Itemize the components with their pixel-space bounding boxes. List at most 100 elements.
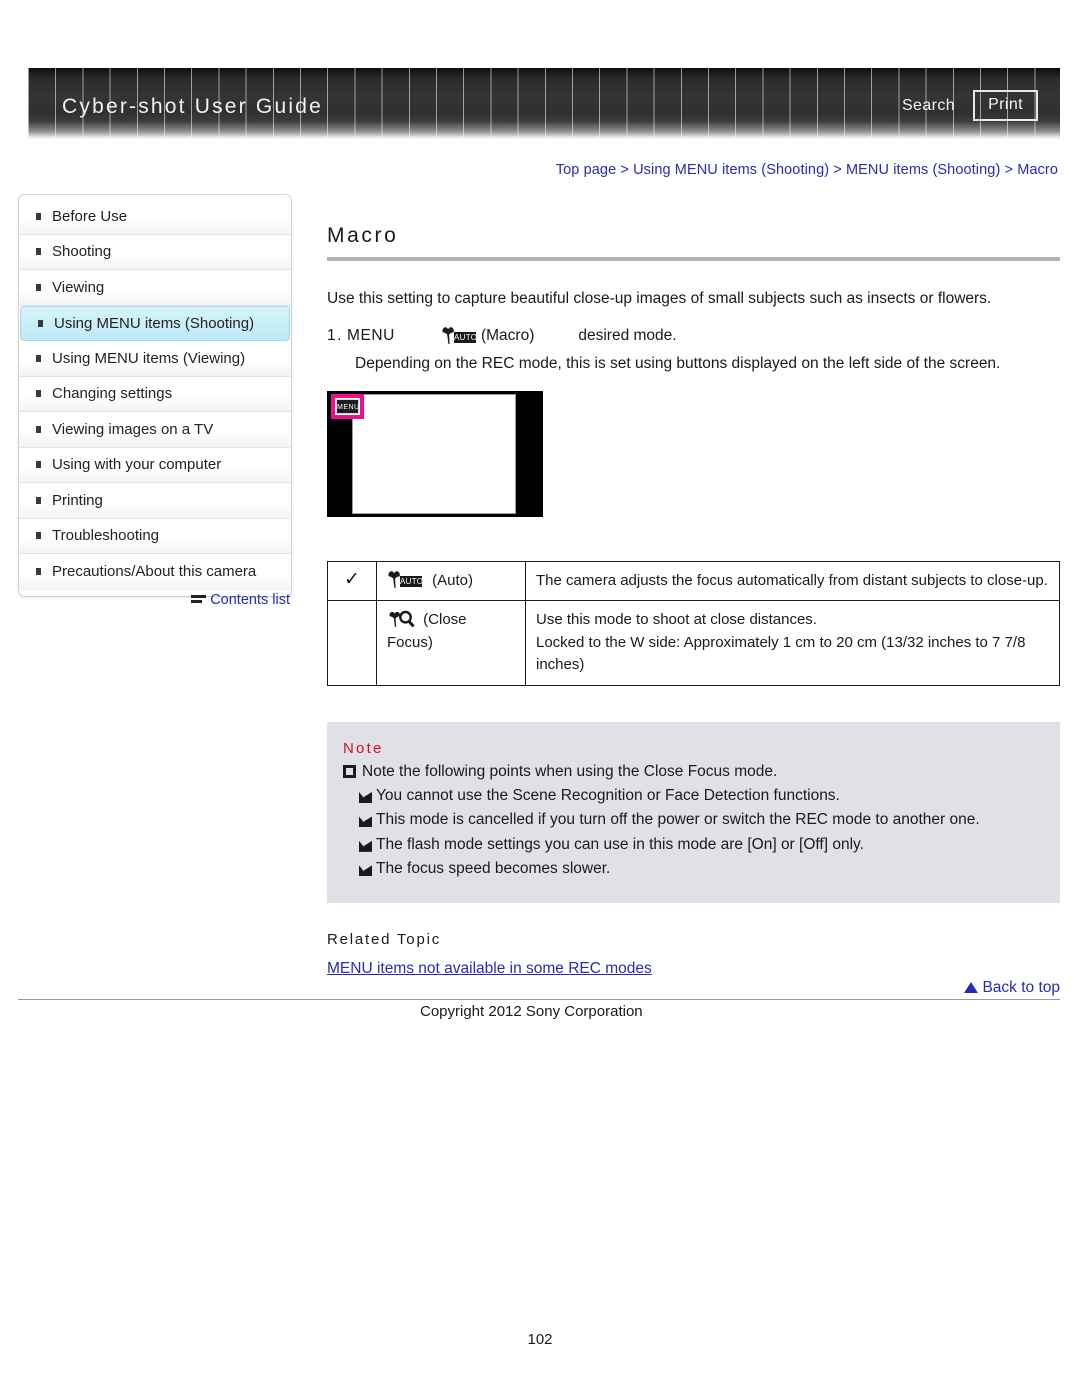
title-divider	[327, 257, 1060, 261]
row-description-line-1: Use this mode to shoot at close distance…	[536, 611, 817, 629]
note-item-text: You cannot use the Scene Recognition or …	[376, 786, 840, 804]
row-mode-label: (Auto)	[432, 571, 474, 589]
square-bullet-icon	[36, 354, 41, 362]
row-mode-cell: AUTO (Auto)	[376, 560, 526, 602]
sidebar-item-using-with-your-computer[interactable]: Using with your computer	[19, 447, 291, 483]
step-note: Depending on the REC mode, this is set u…	[355, 354, 1001, 372]
square-bullet-icon	[36, 532, 41, 540]
sidebar-item-label: Using MENU items (Viewing)	[52, 349, 246, 367]
row-mode-cell: (Close Focus)	[376, 600, 526, 686]
step-menu-label: MENU	[346, 326, 395, 344]
note-item-text: The flash mode settings you can use in t…	[376, 835, 864, 853]
print-button[interactable]: Print	[973, 90, 1038, 121]
related-topic-title: Related Topic	[327, 930, 442, 948]
square-bullet-icon	[36, 568, 41, 576]
sidebar-item-label: Troubleshooting	[52, 527, 160, 545]
step-tail-label: desired mode.	[578, 326, 677, 344]
site-header: Cyber-shot User Guide Search Print	[28, 68, 1060, 140]
square-bullet-icon	[36, 212, 41, 220]
sidebar-item-label: Changing settings	[52, 385, 173, 403]
check-icon: ✓	[344, 568, 360, 590]
note-lead-text: Note the following points when using the…	[362, 762, 778, 780]
step-number: 1.	[327, 326, 343, 344]
sub-bullet-icon	[359, 789, 372, 803]
sub-bullet-icon	[359, 862, 372, 876]
list-icon	[191, 594, 207, 605]
sidebar-item-using-menu-items-shooting[interactable]: Using MENU items (Shooting)	[20, 305, 290, 341]
copyright-text: Copyright 2012 Sony Corporation	[420, 1003, 643, 1020]
back-to-top-link[interactable]: Back to top	[964, 979, 1060, 997]
sidebar-item-viewing[interactable]: Viewing	[19, 270, 291, 306]
triangle-up-icon	[964, 982, 979, 993]
row-description-line-2: Locked to the W side: Approximately 1 cm…	[536, 633, 1026, 674]
sidebar-item-label: Using MENU items (Shooting)	[54, 314, 255, 332]
sidebar-item-label: Viewing	[52, 278, 105, 296]
related-topic-section: Related Topic MENU items not available i…	[327, 931, 1060, 978]
sidebar-item-using-menu-items-viewing[interactable]: Using MENU items (Viewing)	[19, 341, 291, 377]
note-item: The flash mode settings you can use in t…	[343, 834, 1044, 856]
square-bullet-icon	[36, 283, 41, 291]
sidebar-item-label: Viewing images on a TV	[52, 420, 214, 438]
square-bullet-icon	[36, 248, 41, 256]
square-bullet-icon	[36, 496, 41, 504]
page-title: Macro	[327, 224, 399, 247]
note-lead-line: Note the following points when using the…	[343, 761, 1044, 783]
step-one: 1. MENU AUTO (Macro) desired mode.	[327, 327, 1060, 345]
intro-paragraph: Use this setting to capture beautiful cl…	[327, 290, 992, 307]
macro-auto-icon: AUTO	[387, 570, 424, 588]
row-check-cell: ✓	[327, 560, 377, 602]
sidebar-item-changing-settings[interactable]: Changing settings	[19, 376, 291, 412]
lcd-area	[352, 393, 516, 514]
sub-bullet-icon	[359, 838, 372, 852]
note-item-text: The focus speed becomes slower.	[376, 860, 611, 878]
square-bullet-icon	[36, 461, 41, 469]
sidebar-nav: Before Use Shooting Viewing Using MENU i…	[18, 194, 292, 597]
macro-modes-table: ✓ AUTO (Auto) The camera adjusts the foc…	[327, 560, 1060, 686]
square-bullet-icon	[38, 319, 43, 327]
footer-divider	[18, 999, 1060, 1000]
row-check-cell	[327, 600, 377, 686]
sidebar-item-shooting[interactable]: Shooting	[19, 234, 291, 270]
sidebar-item-label: Precautions/About this camera	[52, 563, 257, 581]
menu-button-highlight: MENU	[331, 393, 364, 419]
macro-icon: AUTO	[441, 327, 478, 345]
site-title: Cyber-shot User Guide	[62, 95, 323, 118]
breadcrumb[interactable]: Top page > Using MENU items (Shooting) >…	[556, 162, 1058, 178]
step-icon-label: (Macro)	[480, 326, 535, 344]
close-focus-icon	[387, 610, 417, 628]
macro-icon-auto-text: AUTO	[453, 332, 478, 344]
related-topic-link[interactable]: MENU items not available in some REC mod…	[327, 960, 1060, 978]
note-item-text: This mode is cancelled if you turn off t…	[376, 811, 980, 829]
note-title: Note	[343, 739, 384, 757]
back-to-top-label: Back to top	[982, 979, 1060, 996]
table-row: ✓ AUTO (Auto) The camera adjusts the foc…	[327, 560, 1060, 602]
sidebar-item-label: Using with your computer	[52, 456, 222, 474]
main-content: Macro Use this setting to capture beauti…	[327, 224, 1060, 978]
menu-button-label: MENU	[336, 398, 359, 414]
table-row: (Close Focus) Use this mode to shoot at …	[327, 600, 1060, 686]
square-outline-bullet-icon	[343, 764, 356, 778]
sidebar-item-printing[interactable]: Printing	[19, 483, 291, 519]
search-link[interactable]: Search	[902, 97, 955, 115]
row-description-cell: The camera adjusts the focus automatical…	[525, 560, 1060, 602]
sidebar-item-viewing-images-on-a-tv[interactable]: Viewing images on a TV	[19, 412, 291, 448]
note-item: You cannot use the Scene Recognition or …	[343, 785, 1044, 807]
note-box: Note Note the following points when usin…	[327, 721, 1060, 903]
macro-auto-icon-text: AUTO	[400, 575, 424, 587]
row-description-cell: Use this mode to shoot at close distance…	[525, 600, 1060, 686]
note-item: The focus speed becomes slower.	[343, 858, 1044, 880]
square-bullet-icon	[36, 390, 41, 398]
sidebar-item-precautions-about-this-camera[interactable]: Precautions/About this camera	[19, 554, 291, 590]
contents-list-label: Contents list	[210, 592, 290, 608]
note-item: This mode is cancelled if you turn off t…	[343, 809, 1044, 831]
sidebar-item-label: Before Use	[52, 207, 128, 225]
camera-screen-illustration: MENU	[327, 390, 543, 517]
sub-bullet-icon	[359, 813, 372, 827]
square-bullet-icon	[36, 425, 41, 433]
sidebar-item-before-use[interactable]: Before Use	[19, 199, 291, 235]
sidebar-item-troubleshooting[interactable]: Troubleshooting	[19, 518, 291, 554]
sidebar-item-label: Printing	[52, 491, 103, 509]
sidebar-item-label: Shooting	[52, 243, 112, 261]
page-number: 102	[527, 1331, 553, 1348]
contents-list-link[interactable]: Contents list	[18, 592, 292, 608]
